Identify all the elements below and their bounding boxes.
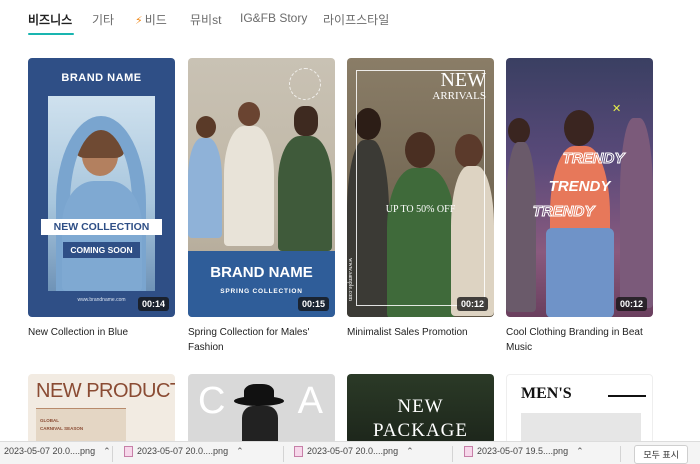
person-body xyxy=(188,138,222,238)
thumb-line: CARNIVAL SEASON xyxy=(40,426,84,431)
person-body xyxy=(278,136,332,251)
thumb-headline: NEW xyxy=(397,396,444,417)
image-file-icon xyxy=(294,446,303,458)
decorative-circle xyxy=(289,68,321,100)
thumb-line: GLOBAL xyxy=(40,418,59,423)
thumb-subline: COMING SOON xyxy=(63,242,140,258)
thumb-subline: SPRING COLLECTION xyxy=(220,288,303,295)
thumb-panel xyxy=(36,408,126,442)
download-item[interactable]: 2023-05-07 20.0....png ⌃ xyxy=(124,446,244,462)
thumb-divider xyxy=(608,395,646,397)
tab-bid[interactable]: ⚡ 비드 xyxy=(135,11,167,28)
duration-badge: 00:12 xyxy=(615,297,647,311)
chevron-up-icon[interactable]: ⌃ xyxy=(236,446,244,456)
tab-ig-fb-story[interactable]: IG&FB Story xyxy=(240,11,307,25)
divider xyxy=(620,446,621,462)
tab-business[interactable]: 비즈니스 xyxy=(28,11,72,28)
hat-crown xyxy=(244,384,274,402)
person-body xyxy=(506,142,536,312)
thumb-frame xyxy=(356,70,485,306)
person-head xyxy=(508,118,530,144)
tab-mv-style[interactable]: 뮤비st xyxy=(190,11,221,28)
thumb-headline-outline: TRENDY xyxy=(532,203,595,221)
lightning-icon: ⚡ xyxy=(135,15,143,27)
template-card[interactable]: ✕ TRENDY TRENDY TRENDY 00:12 Cool Clothi… xyxy=(506,58,653,355)
thumb-subline: PACKAGE xyxy=(373,420,468,441)
thumb-subline: ARRIVALS xyxy=(432,90,486,102)
divider xyxy=(452,446,453,462)
decorative-x: ✕ xyxy=(612,103,622,115)
duration-badge: 00:14 xyxy=(137,297,169,311)
thumb-headline: NEW xyxy=(440,69,486,91)
person-body xyxy=(224,126,274,246)
thumb-headline: NEW COLLECTION xyxy=(41,219,162,235)
tab-other[interactable]: 기타 xyxy=(92,11,114,28)
download-filename: 2023-05-07 20.0....png xyxy=(137,446,229,456)
person-head xyxy=(196,116,216,138)
downloads-bar: 2023-05-07 20.0....png ⌃ 2023-05-07 20.0.… xyxy=(0,441,700,464)
download-filename: 2023-05-07 20.0....png xyxy=(4,446,96,456)
download-item[interactable]: 2023-05-07 20.0....png ⌃ xyxy=(294,446,414,462)
tab-lifestyle[interactable]: 라이프스타일 xyxy=(323,11,389,28)
download-item[interactable]: 2023-05-07 19.5....png ⌃ xyxy=(464,446,584,462)
thumb-headline: MEN'S xyxy=(521,385,572,402)
thumb-letter: A xyxy=(297,380,323,422)
duration-badge: 00:12 xyxy=(456,297,488,311)
download-filename: 2023-05-07 19.5....png xyxy=(477,446,569,456)
person-legs xyxy=(546,228,614,317)
thumb-brand-text: BRAND NAME xyxy=(210,264,313,281)
template-thumbnail[interactable]: NEW PRODUCTS GLOBAL CARNIVAL SEASON xyxy=(28,374,175,444)
person-body xyxy=(242,406,278,444)
template-caption[interactable]: New Collection in Blue xyxy=(28,325,175,340)
thumb-headline-outline: TRENDY xyxy=(562,150,625,168)
template-thumbnail[interactable]: BRAND NAME SPRING COLLECTION 00:15 xyxy=(188,58,335,317)
person-head xyxy=(294,106,318,136)
category-tabs: 비즈니스 기타 ⚡ 비드 뮤비st IG&FB Story 라이프스타일 xyxy=(0,0,700,40)
template-thumbnail[interactable]: ✕ TRENDY TRENDY TRENDY 00:12 xyxy=(506,58,653,317)
chevron-up-icon[interactable]: ⌃ xyxy=(576,446,584,456)
person-head xyxy=(564,110,594,146)
download-filename: 2023-05-07 20.0....png xyxy=(307,446,399,456)
divider xyxy=(112,446,113,462)
thumb-url: www.sample.com xyxy=(347,258,353,301)
person-jacket xyxy=(62,181,142,291)
thumb-photo xyxy=(521,413,641,443)
thumb-photo xyxy=(48,96,155,291)
template-card[interactable]: BRAND NAME NEW COLLECTION COMING SOON ww… xyxy=(28,58,175,340)
person-head xyxy=(238,102,260,126)
active-tab-indicator xyxy=(28,33,74,35)
thumb-brand-text: BRAND NAME xyxy=(61,72,142,84)
thumb-letter: C xyxy=(198,380,226,422)
template-caption[interactable]: Cool Clothing Branding in Beat Music xyxy=(506,325,653,355)
image-file-icon xyxy=(464,446,473,458)
duration-badge: 00:15 xyxy=(297,297,329,311)
template-caption[interactable]: Minimalist Sales Promotion xyxy=(347,325,494,340)
show-all-button[interactable]: 모두 표시 xyxy=(634,445,688,464)
template-thumbnail[interactable]: NEW ARRIVALS UP TO 50% OFF www.sample.co… xyxy=(347,58,494,317)
template-thumbnail[interactable]: BRAND NAME NEW COLLECTION COMING SOON ww… xyxy=(28,58,175,317)
thumb-promo: UP TO 50% OFF xyxy=(385,204,456,215)
thumb-headline: TRENDY xyxy=(548,178,611,195)
thumb-headline: NEW PRODUCTS xyxy=(36,380,175,402)
template-card[interactable]: BRAND NAME SPRING COLLECTION 00:15 Sprin… xyxy=(188,58,335,355)
tab-bid-label: 비드 xyxy=(144,13,167,27)
chevron-up-icon[interactable]: ⌃ xyxy=(103,446,111,456)
image-file-icon xyxy=(124,446,133,458)
template-card[interactable]: NEW ARRIVALS UP TO 50% OFF www.sample.co… xyxy=(347,58,494,340)
template-thumbnail[interactable]: C A xyxy=(188,374,335,444)
download-item[interactable]: 2023-05-07 20.0....png ⌃ xyxy=(4,446,111,462)
template-thumbnail[interactable]: MEN'S xyxy=(506,374,653,444)
divider xyxy=(283,446,284,462)
template-thumbnail[interactable]: NEW PACKAGE xyxy=(347,374,494,444)
chevron-up-icon[interactable]: ⌃ xyxy=(406,446,414,456)
template-caption[interactable]: Spring Collection for Males' Fashion xyxy=(188,325,335,355)
